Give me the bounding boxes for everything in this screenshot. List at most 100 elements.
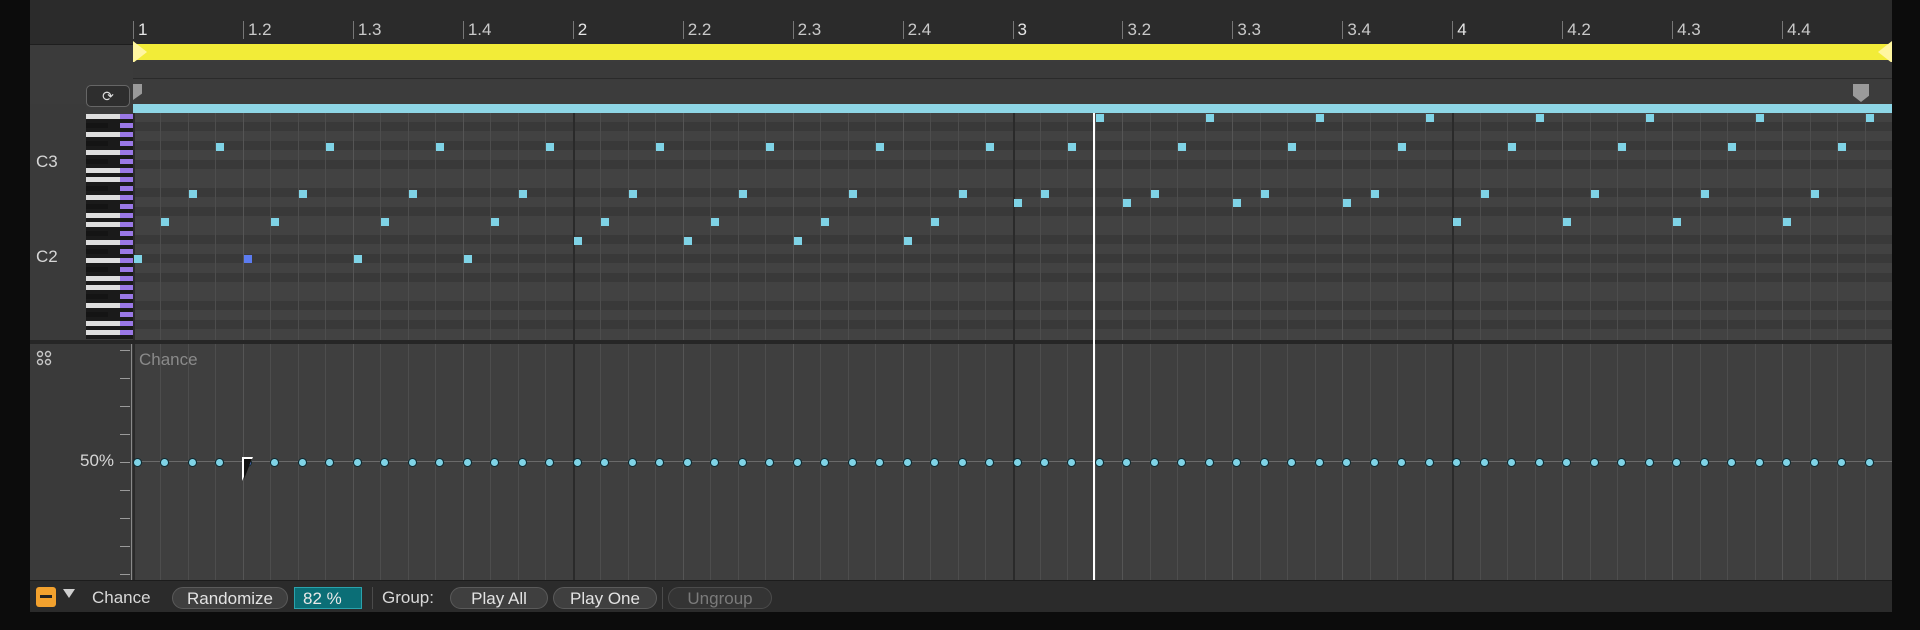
grid-dots-icon[interactable] [36,350,54,368]
midi-note[interactable] [1370,189,1379,198]
chance-dot[interactable] [600,458,610,467]
midi-note[interactable] [1205,114,1214,123]
piano-key-white[interactable] [86,285,120,290]
midi-note[interactable] [298,189,307,198]
chance-dot[interactable] [1727,458,1737,467]
chance-dot[interactable] [380,458,390,467]
piano-key-white[interactable] [86,303,120,308]
marker-lane[interactable] [133,62,1892,79]
chance-dot[interactable] [1809,458,1819,467]
lane-toggle-icon[interactable] [36,587,56,607]
chance-dot[interactable] [1534,458,1544,467]
chance-dot[interactable] [875,458,885,467]
midi-note[interactable] [656,142,665,151]
chance-dot[interactable] [682,458,692,467]
midi-note[interactable] [766,142,775,151]
piano-key-black[interactable] [86,204,108,209]
chance-mode-label[interactable]: Chance [92,587,151,609]
chance-dot[interactable] [187,458,197,467]
midi-note[interactable] [1618,142,1627,151]
chance-dot[interactable] [160,458,170,467]
midi-note[interactable] [408,189,417,198]
midi-note[interactable] [271,217,280,226]
midi-note[interactable] [1178,142,1187,151]
chance-dot[interactable] [820,458,830,467]
midi-note[interactable] [876,142,885,151]
midi-note[interactable] [1068,142,1077,151]
chance-dot[interactable] [1589,458,1599,467]
midi-note[interactable] [436,142,445,151]
chance-dot[interactable] [1699,458,1709,467]
piano-key-black[interactable] [86,294,108,299]
midi-note[interactable] [463,255,472,264]
piano-key-black[interactable] [86,159,108,164]
chance-dot[interactable] [1314,458,1324,467]
piano-key-black[interactable] [86,141,108,146]
midi-note[interactable] [546,142,555,151]
piano-key-white[interactable] [86,168,120,173]
piano-key-white[interactable] [86,150,120,155]
midi-note[interactable] [1700,189,1709,198]
midi-note[interactable] [931,217,940,226]
midi-note[interactable] [821,217,830,226]
chance-dot[interactable] [352,458,362,467]
midi-note[interactable] [848,189,857,198]
midi-note[interactable] [216,142,225,151]
play-all-button[interactable]: Play All [450,587,548,609]
chance-dot[interactable] [297,458,307,467]
chance-dot[interactable] [1644,458,1654,467]
chance-dot[interactable] [1562,458,1572,467]
piano-key-white[interactable] [86,240,120,245]
midi-note[interactable] [188,189,197,198]
chance-dot[interactable] [1369,458,1379,467]
chance-dot[interactable] [627,458,637,467]
midi-note[interactable] [1563,217,1572,226]
piano-key-white[interactable] [86,195,120,200]
chance-dot[interactable] [133,458,142,467]
chance-dot[interactable] [1617,458,1627,467]
midi-note[interactable] [1095,114,1104,123]
chance-dot[interactable] [1452,458,1462,467]
piano-key-black[interactable] [86,123,108,128]
piano-key-white[interactable] [86,222,120,227]
midi-note[interactable] [711,217,720,226]
chance-dot[interactable] [1287,458,1297,467]
chance-editor-lane[interactable]: Chance [133,344,1892,580]
midi-note[interactable] [1508,142,1517,151]
loop-brace[interactable] [133,44,1892,60]
midi-note[interactable] [601,217,610,226]
chance-dot[interactable] [957,458,967,467]
midi-note[interactable] [1233,199,1242,207]
chance-dot[interactable] [1094,458,1104,467]
piano-key-black[interactable] [86,267,108,272]
midi-note[interactable] [1425,114,1434,123]
midi-note[interactable] [1810,189,1819,198]
note-editor-grid[interactable] [133,113,1892,340]
chance-dot[interactable] [517,458,527,467]
chance-dot[interactable] [215,458,225,467]
midi-note[interactable] [1645,114,1654,123]
chance-dot[interactable] [1782,458,1792,467]
midi-note[interactable] [1315,114,1324,123]
chance-dot[interactable] [1067,458,1077,467]
piano-key-black[interactable] [86,231,108,236]
piano-key-black[interactable] [86,312,108,317]
midi-note[interactable] [381,217,390,226]
chance-dot[interactable] [1864,458,1874,467]
midi-note[interactable] [986,142,995,151]
midi-note[interactable] [903,236,912,245]
chance-dot[interactable] [1149,458,1159,467]
chance-dot[interactable] [1424,458,1434,467]
chance-dot[interactable] [1259,458,1269,467]
chance-dot[interactable] [270,458,280,467]
loop-start-handle[interactable] [133,41,147,63]
chance-dot[interactable] [1342,458,1352,467]
piano-key-white[interactable] [86,258,120,263]
chance-dot[interactable] [1177,458,1187,467]
midi-note[interactable] [1590,189,1599,198]
midi-note[interactable] [1673,217,1682,226]
midi-note[interactable] [1260,189,1269,198]
midi-note[interactable] [518,189,527,198]
chance-dot[interactable] [490,458,500,467]
midi-note[interactable] [1453,217,1462,226]
